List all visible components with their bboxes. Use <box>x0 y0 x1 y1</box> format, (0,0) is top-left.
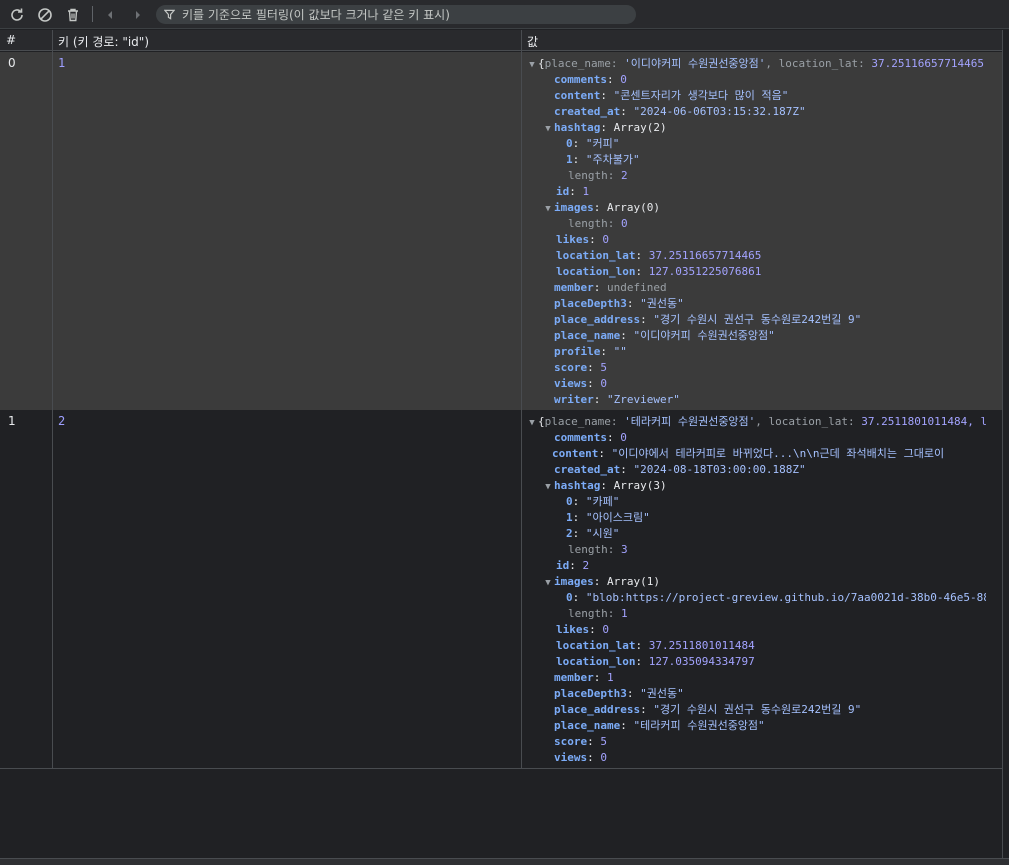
table-row[interactable]: 1 2 ▼ {place_name: '테라커피 수원권선중앙점', locati… <box>0 410 1003 768</box>
array-length: length: 3 <box>568 543 628 556</box>
row-index: 1 <box>8 414 16 428</box>
field-score: score: 5 <box>554 735 607 748</box>
field-profile: profile: "" <box>554 345 627 358</box>
array-item: 1: "주차불가" <box>566 153 640 166</box>
clear-icon[interactable] <box>34 4 56 26</box>
field-likes: likes: 0 <box>556 233 609 246</box>
row-value: ▼ {place_name: '테라커피 수원권선중앙점', location_l… <box>526 414 986 766</box>
toolbar <box>0 0 1009 29</box>
row-divider <box>0 768 1003 769</box>
field-member: member: undefined <box>554 281 667 294</box>
array-length: length: 2 <box>568 169 628 182</box>
field-images[interactable]: ▼ images: Array(1) <box>526 574 986 590</box>
array-item: 0: "커피" <box>566 137 620 150</box>
table-right-border <box>1002 30 1003 865</box>
array-item: 1: "아이스크림" <box>566 511 650 524</box>
field-content: content: "콘센트자리가 생각보다 많이 적음" <box>554 89 789 102</box>
field-place-name: place_name: "이디야커피 수원권선중앙점" <box>554 329 775 342</box>
field-created-at: created_at: "2024-08-18T03:00:00.188Z" <box>554 463 806 476</box>
column-index[interactable]: # <box>6 33 16 47</box>
field-id: id: 1 <box>556 185 590 198</box>
field-score: score: 5 <box>554 361 607 374</box>
array-length: length: 0 <box>568 217 628 230</box>
field-created-at: created_at: "2024-06-06T03:15:32.187Z" <box>554 105 806 118</box>
table-header: # 키 (키 경로: "id") 값 <box>0 30 1003 51</box>
field-id: id: 2 <box>556 559 590 572</box>
array-item: 0: "카페" <box>566 495 620 508</box>
refresh-icon[interactable] <box>6 4 28 26</box>
filter-input[interactable] <box>182 7 622 22</box>
field-likes: likes: 0 <box>556 623 609 636</box>
array-item: 2: "시원" <box>566 527 620 540</box>
array-item: 0: "blob:https://project-greview.github.… <box>566 591 986 604</box>
field-place-address: place_address: "경기 수원시 권선구 동수원로242번길 9" <box>554 313 862 326</box>
field-location-lon: location_lon: 127.035094334797 <box>556 655 755 668</box>
field-writer: writer: "Zreviewer" <box>554 393 680 406</box>
column-key[interactable]: 키 (키 경로: "id") <box>58 33 149 50</box>
field-place-name: place_name: "테라커피 수원권선중앙점" <box>554 719 765 732</box>
expand-arrow-icon[interactable]: ▼ <box>542 479 554 494</box>
toolbar-separator <box>92 6 93 22</box>
expand-arrow-icon[interactable]: ▼ <box>542 121 554 136</box>
field-comments: comments: 0 <box>554 73 627 86</box>
field-location-lon: location_lon: 127.0351225076861 <box>556 265 762 278</box>
expand-arrow-icon[interactable]: ▼ <box>542 575 554 590</box>
field-place-depth3: placeDepth3: "권선동" <box>554 297 684 310</box>
array-length: length: 1 <box>568 607 628 620</box>
column-divider[interactable] <box>52 30 53 768</box>
delete-icon[interactable] <box>62 4 84 26</box>
horizontal-scrollbar[interactable] <box>0 858 1009 865</box>
field-views: views: 0 <box>554 377 607 390</box>
row-index: 0 <box>8 56 16 70</box>
field-images[interactable]: ▼ images: Array(0) <box>526 200 986 216</box>
next-icon[interactable] <box>127 4 149 26</box>
row-key: 2 <box>58 414 66 428</box>
field-location-lat: location_lat: 37.25116657714465 <box>556 249 762 262</box>
object-preview[interactable]: ▼ {place_name: '이디야커피 수원권선중앙점', location_… <box>526 56 986 72</box>
field-hashtag[interactable]: ▼ hashtag: Array(2) <box>526 120 986 136</box>
field-views: views: 0 <box>554 751 607 764</box>
column-value[interactable]: 값 <box>527 33 538 50</box>
column-divider[interactable] <box>521 30 522 768</box>
table-row[interactable]: 0 1 ▼ {place_name: '이디야커피 수원권선중앙점', locat… <box>0 52 1003 410</box>
field-hashtag[interactable]: ▼ hashtag: Array(3) <box>526 478 986 494</box>
object-preview[interactable]: ▼ {place_name: '테라커피 수원권선중앙점', location_l… <box>526 414 986 430</box>
field-place-depth3: placeDepth3: "권선동" <box>554 687 684 700</box>
filter-icon <box>156 9 182 20</box>
row-value: ▼ {place_name: '이디야커피 수원권선중앙점', location_… <box>526 56 986 408</box>
field-comments: comments: 0 <box>554 431 627 444</box>
expand-arrow-icon[interactable]: ▼ <box>526 57 538 72</box>
expand-arrow-icon[interactable]: ▼ <box>526 415 538 430</box>
field-member: member: 1 <box>554 671 614 684</box>
prev-icon[interactable] <box>99 4 121 26</box>
row-key: 1 <box>58 56 66 70</box>
expand-arrow-icon[interactable]: ▼ <box>542 201 554 216</box>
field-place-address: place_address: "경기 수원시 권선구 동수원로242번길 9" <box>554 703 862 716</box>
filter-box[interactable] <box>156 5 636 24</box>
field-content: content: "이디야에서 테라커피로 바뀌었다...\n\n근데 좌석배치… <box>552 447 945 460</box>
field-location-lat: location_lat: 37.2511801011484 <box>556 639 755 652</box>
